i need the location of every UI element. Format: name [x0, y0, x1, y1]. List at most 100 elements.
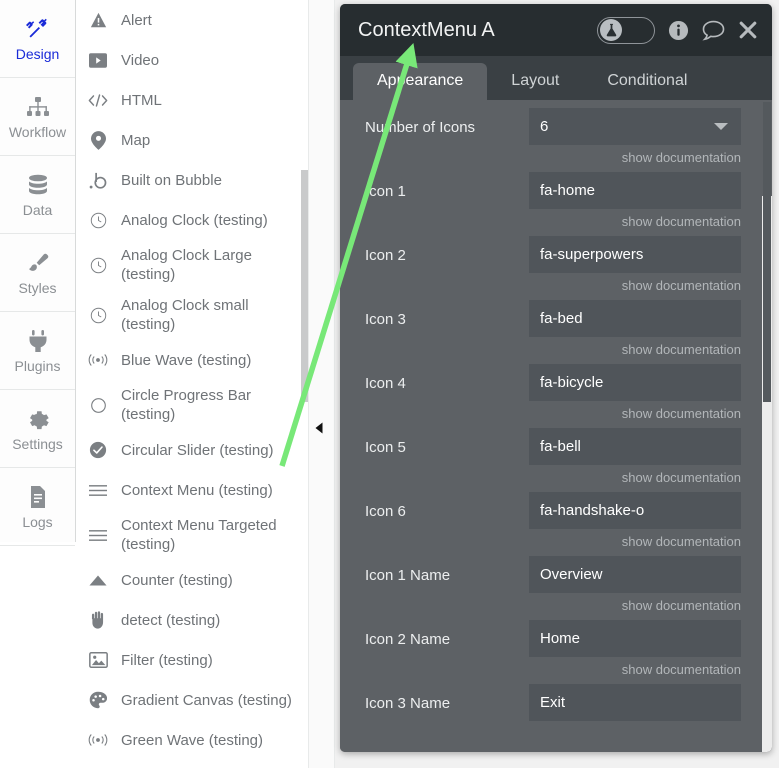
palette-item-label: Map: [121, 131, 151, 149]
info-circle-icon[interactable]: [668, 20, 689, 41]
dropdown-value: 6: [540, 118, 549, 135]
show-documentation-link[interactable]: show documentation: [529, 529, 741, 555]
nav-item-data[interactable]: Data: [0, 156, 75, 234]
field-label: Icon 2 Name: [365, 631, 451, 648]
palette-item-circular-slider[interactable]: Circular Slider (testing): [77, 430, 306, 470]
hamburger-lines-icon: [85, 522, 111, 548]
palette-item-html[interactable]: HTML: [77, 80, 306, 120]
tab-layout[interactable]: Layout: [487, 63, 583, 100]
experimental-mode-toggle[interactable]: [597, 16, 655, 44]
tab-appearance[interactable]: Appearance: [353, 63, 488, 100]
icon-6-input[interactable]: fa-handshake-o: [529, 492, 741, 529]
palette-item-alert[interactable]: Alert: [77, 0, 306, 40]
palette-item-label: Analog Clock (testing): [121, 211, 268, 229]
design-wand-icon: [25, 16, 51, 42]
nav-item-logs[interactable]: Logs: [0, 468, 75, 546]
field-label: Icon 1: [365, 183, 406, 200]
field-label: Number of Icons: [365, 119, 476, 136]
show-documentation-link[interactable]: show documentation: [529, 401, 741, 427]
panel-gutter: [308, 0, 335, 768]
palette-item-blue-wave[interactable]: Blue Wave (testing): [77, 340, 306, 380]
field-row-icon-2: Icon 2 fa-superpowers show documentation: [340, 236, 772, 299]
palette-item-analog-clock-small[interactable]: Analog Clock small (testing): [77, 290, 306, 340]
speech-bubble-icon[interactable]: [702, 20, 725, 41]
document-icon: [25, 484, 51, 510]
field-row-icon-1: Icon 1 fa-home show documentation: [340, 172, 772, 235]
nav-label: Logs: [22, 514, 53, 530]
field-label: Icon 3 Name: [365, 695, 451, 712]
icon-2-input[interactable]: fa-superpowers: [529, 236, 741, 273]
show-documentation-link[interactable]: show documentation: [529, 465, 741, 491]
clock-icon: [85, 207, 111, 233]
nav-item-plugins[interactable]: Plugins: [0, 312, 75, 390]
field-label: Icon 1 Name: [365, 567, 451, 584]
palette-item-video[interactable]: Video: [77, 40, 306, 80]
nav-item-settings[interactable]: Settings: [0, 390, 75, 468]
number-of-icons-dropdown[interactable]: 6: [529, 108, 741, 145]
show-documentation-link[interactable]: show documentation: [529, 593, 741, 619]
palette-item-circle-progress-bar[interactable]: Circle Progress Bar (testing): [77, 380, 306, 430]
palette-scrollbar-thumb[interactable]: [301, 170, 308, 402]
icon-1-input[interactable]: fa-home: [529, 172, 741, 209]
palette-item-context-menu[interactable]: Context Menu (testing): [77, 470, 306, 510]
palette-icon: [85, 687, 111, 713]
palette-item-image-with-filter[interactable]: Image with Filter (testing): [77, 760, 306, 768]
icon-5-input[interactable]: fa-bell: [529, 428, 741, 465]
nav-item-workflow[interactable]: Workflow: [0, 78, 75, 156]
nav-label: Workflow: [8, 124, 67, 140]
palette-item-analog-clock[interactable]: Analog Clock (testing): [77, 200, 306, 240]
nav-label: Data: [22, 202, 53, 218]
palette-item-label: Green Wave (testing): [121, 731, 263, 749]
show-documentation-link[interactable]: show documentation: [529, 209, 741, 235]
bubble-logo-icon: [85, 167, 111, 193]
palette-item-filter[interactable]: Filter (testing): [77, 640, 306, 680]
icon-3-input[interactable]: fa-bed: [529, 300, 741, 337]
palette-item-green-wave[interactable]: Green Wave (testing): [77, 720, 306, 760]
circle-outline-icon: [85, 392, 111, 418]
show-documentation-link[interactable]: show documentation: [529, 273, 741, 299]
broadcast-icon: [85, 727, 111, 753]
clock-icon: [85, 252, 111, 278]
paintbrush-icon: [25, 250, 51, 276]
show-documentation-link[interactable]: show documentation: [529, 337, 741, 363]
palette-item-context-menu-targeted[interactable]: Context Menu Targeted (testing): [77, 510, 306, 560]
dialog-header: ContextMenu A: [340, 4, 772, 56]
icon-4-input[interactable]: fa-bicycle: [529, 364, 741, 401]
palette-item-built-on-bubble[interactable]: Built on Bubble: [77, 160, 306, 200]
palette-item-gradient-canvas[interactable]: Gradient Canvas (testing): [77, 680, 306, 720]
show-documentation-link[interactable]: show documentation: [529, 145, 741, 171]
close-x-icon[interactable]: [738, 20, 758, 40]
tab-conditional[interactable]: Conditional: [583, 63, 711, 100]
field-row-number-of-icons: Number of Icons 6 show documentation: [340, 108, 772, 171]
palette-item-label: Alert: [121, 11, 152, 29]
nav-label: Settings: [12, 436, 63, 452]
palette-item-analog-clock-large[interactable]: Analog Clock Large (testing): [77, 240, 306, 290]
field-control: Overview show documentation: [529, 556, 772, 619]
palette-item-counter[interactable]: Counter (testing): [77, 560, 306, 600]
plug-icon: [25, 328, 51, 354]
dialog-scrollbar-thumb[interactable]: [763, 102, 771, 402]
icon-1-name-input[interactable]: Overview: [529, 556, 741, 593]
palette-item-detect[interactable]: detect (testing): [77, 600, 306, 640]
broadcast-icon: [85, 347, 111, 373]
field-row-icon-2-name: Icon 2 Name Home show documentation: [340, 620, 772, 683]
image-icon: [85, 647, 111, 673]
dialog-title: ContextMenu A: [358, 18, 495, 41]
triangle-left-icon[interactable]: [312, 420, 326, 436]
gear-icon: [25, 406, 51, 432]
palette-item-map[interactable]: Map: [77, 120, 306, 160]
field-row-icon-1-name: Icon 1 Name Overview show documentation: [340, 556, 772, 619]
nav-item-styles[interactable]: Styles: [0, 234, 75, 312]
element-palette[interactable]: Alert Video HTML Map Built on Bubble Ana…: [77, 0, 307, 768]
icon-3-name-input[interactable]: Exit: [529, 684, 741, 721]
nav-label: Plugins: [14, 358, 61, 374]
nav-item-design[interactable]: Design: [0, 0, 75, 78]
palette-item-label: Analog Clock Large (testing): [121, 247, 252, 283]
field-control: fa-bicycle show documentation: [529, 364, 772, 427]
field-control: Exit: [529, 684, 772, 721]
field-label: Icon 6: [365, 503, 406, 520]
field-label: Icon 3: [365, 311, 406, 328]
show-documentation-link[interactable]: show documentation: [529, 657, 741, 683]
nav-label: Styles: [18, 280, 57, 296]
icon-2-name-input[interactable]: Home: [529, 620, 741, 657]
